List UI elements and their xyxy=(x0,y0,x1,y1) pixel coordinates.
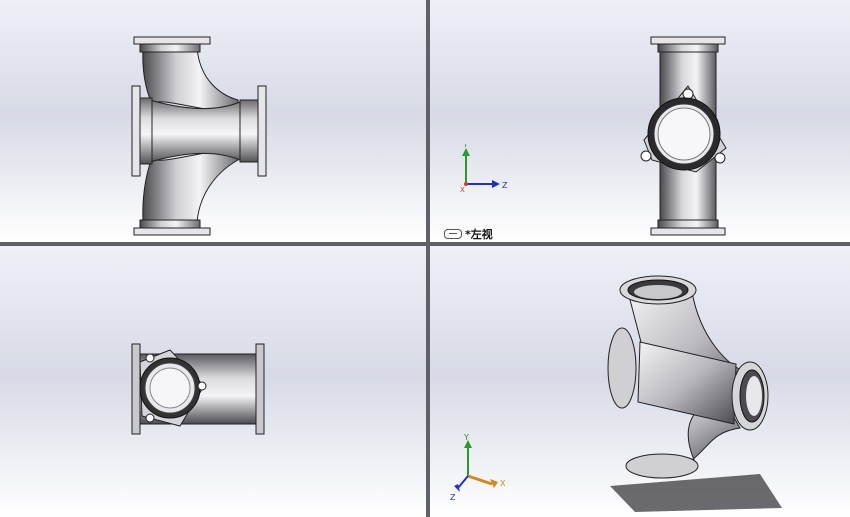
horizontal-splitter[interactable] xyxy=(0,242,850,246)
viewport-left[interactable]: Y Z X *左视 xyxy=(430,0,850,242)
iso-axis-z-label: Z xyxy=(450,493,456,502)
pipe-fitting-top-model[interactable] xyxy=(0,246,426,517)
vertical-splitter[interactable] xyxy=(426,0,430,517)
pipe-fitting-left-model[interactable] xyxy=(430,0,850,242)
view-name-label: *左视 xyxy=(444,226,493,242)
viewport-isometric[interactable]: Y X Z xyxy=(430,246,850,517)
view-triad: Y Z X xyxy=(460,144,508,194)
axis-z-label: Z xyxy=(502,181,508,190)
iso-axis-y-label: Y xyxy=(463,434,469,442)
iso-axis-x-label: X xyxy=(500,479,506,488)
view-name-text: *左视 xyxy=(465,228,493,241)
view-triad-iso: Y X Z xyxy=(450,434,506,502)
viewport-front[interactable] xyxy=(0,0,426,242)
axis-x-label: X xyxy=(460,186,465,194)
link-icon[interactable] xyxy=(444,229,462,239)
pipe-fitting-front-model[interactable] xyxy=(0,0,426,242)
viewport-top[interactable] xyxy=(0,246,426,517)
axis-y-label: Y xyxy=(462,144,468,149)
